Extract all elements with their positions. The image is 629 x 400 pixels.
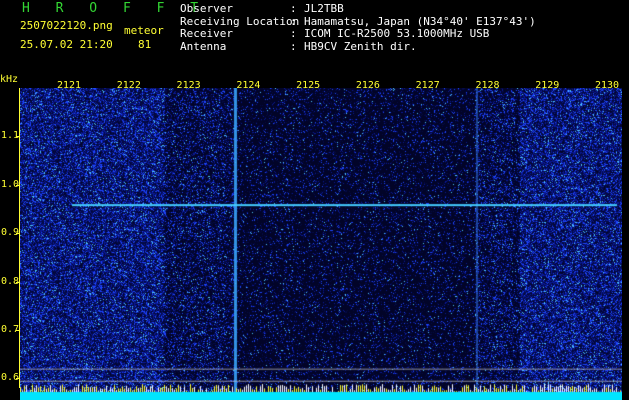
info-value: HB9CV Zenith dir. [304, 39, 417, 53]
info-value: Hamamatsu, Japan (N34°40' E137°43') [304, 14, 536, 28]
spectrogram-plot [20, 88, 622, 400]
spectrogram-canvas [20, 88, 622, 400]
info-row-antenna: Antenna: HB9CV Zenith dir. [180, 39, 536, 54]
info-value: ICOM IC-R2500 53.1000MHz USB [304, 27, 490, 40]
event-count: 81 [138, 38, 152, 51]
header-panel: H R O F F T 2507022120.png meteor 25.07.… [0, 0, 629, 72]
file-name: 2507022120.png [20, 19, 113, 32]
category-label: meteor [124, 24, 164, 37]
info-sep: : [290, 2, 297, 15]
info-key: Observer [180, 2, 233, 15]
info-value: JL2TBB [304, 2, 344, 15]
date-time: 25.07.02 21:20 [20, 38, 113, 51]
y-unit-label: kHz [0, 74, 19, 85]
info-key: Antenna [180, 39, 227, 53]
info-sep: : [290, 27, 297, 40]
info-key: Receiver [180, 27, 233, 40]
info-sep: : [290, 39, 297, 53]
station-info: Observer: JL2TBB Receiving Location: Hamam… [180, 2, 536, 54]
